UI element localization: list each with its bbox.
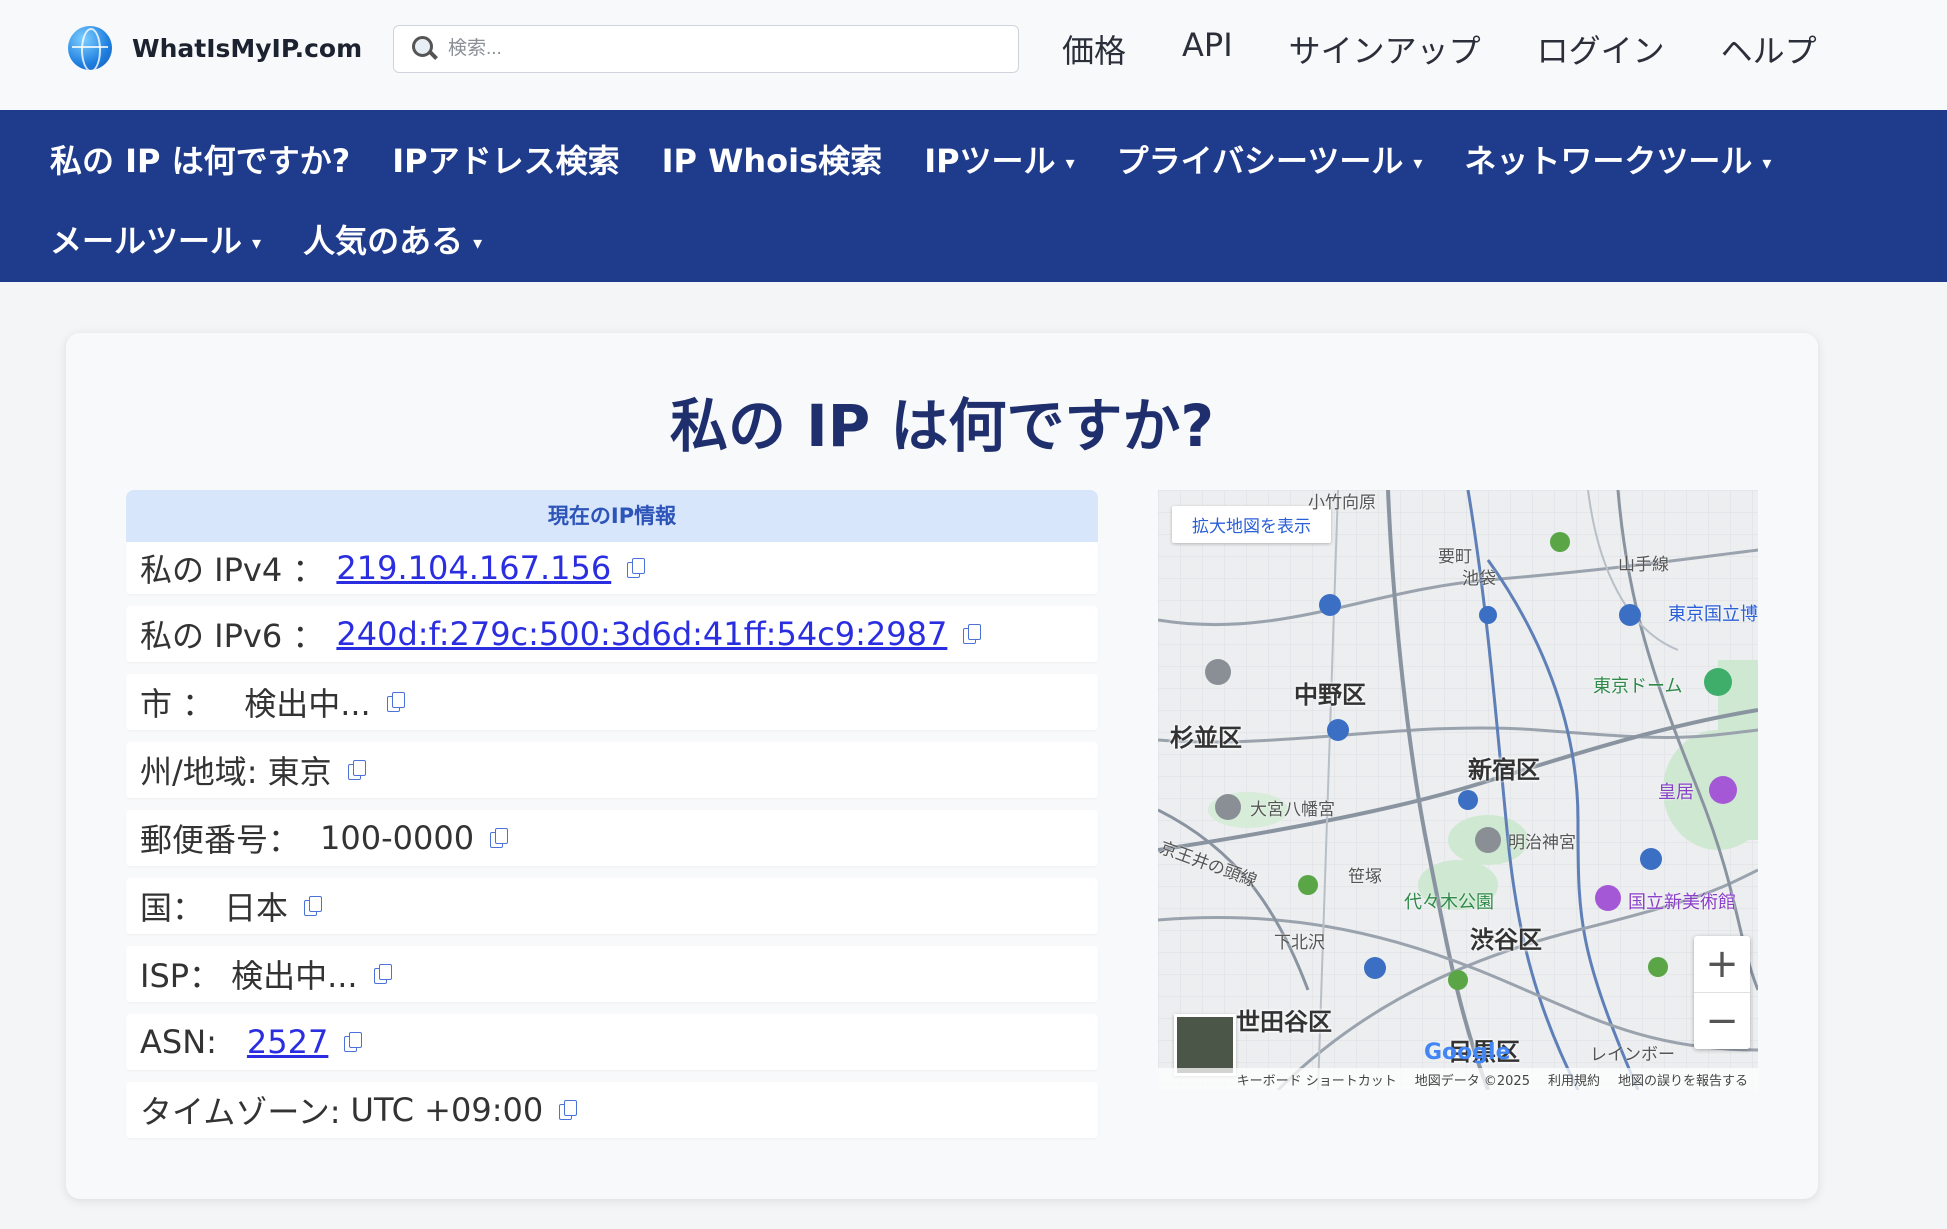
map-zoom-controls: + − [1694, 936, 1750, 1049]
ipv4-label: 私の IPv4 ： [140, 551, 325, 589]
globe-logo-icon [68, 26, 112, 70]
copy-icon[interactable] [304, 896, 323, 916]
main-nav-row-1: 私の IP は何ですか? IPアドレス検索 IP Whois検索 IPツール ▾ … [50, 136, 1813, 182]
main-nav-email-tools[interactable]: メールツール ▾ [50, 216, 261, 262]
country-value: 日本 [224, 889, 289, 927]
top-header: WhatIsMyIP.com 価格 API サインアップ ログイン ヘルプ [0, 0, 1947, 110]
nav-help[interactable]: ヘルプ [1721, 26, 1817, 72]
ipv4-link[interactable]: 219.104.167.156 [336, 549, 611, 587]
copy-icon[interactable] [373, 964, 392, 984]
chevron-down-icon: ▾ [1762, 152, 1772, 174]
timezone-label: タイムゾーン: [140, 1093, 341, 1131]
region-row: 州/地域: 東京 [126, 742, 1098, 798]
main-nav-network-tools[interactable]: ネットワークツール ▾ [1464, 136, 1771, 182]
timezone-row: タイムゾーン: UTC +09:00 [126, 1082, 1098, 1138]
chevron-down-icon: ▾ [1413, 152, 1423, 174]
keyboard-shortcuts-link[interactable]: キーボード ショートカット [1237, 1070, 1397, 1089]
copy-icon[interactable] [627, 558, 646, 578]
map-label-yamanote: 山手線 [1618, 555, 1669, 575]
country-row: 国： 日本 [126, 878, 1098, 934]
search-box[interactable] [393, 25, 1019, 73]
map-label-kotakemukaihara: 小竹向原 [1308, 493, 1376, 513]
city-value: 検出中... [244, 685, 371, 723]
copy-icon[interactable] [347, 760, 366, 780]
isp-value: 検出中... [231, 957, 358, 995]
map-label-shimokitazawa: 下北沢 [1274, 933, 1325, 953]
map-label-suginami: 杉並区 [1170, 724, 1242, 752]
asn-link[interactable]: 2527 [247, 1023, 328, 1061]
main-nav-ip-lookup[interactable]: IPアドレス検索 [392, 136, 619, 182]
map-label-meiji-jingu: 明治神宮 [1508, 833, 1576, 853]
region-value: 東京 [267, 753, 332, 791]
map-label-ikebukuro: 池袋 [1462, 569, 1496, 589]
google-logo: Google [1424, 1040, 1511, 1065]
location-map[interactable]: 拡大地図を表示 小竹向原 要町 池袋 山手線 東京国立博 東京ドーム 中野区 杉… [1158, 490, 1758, 1090]
ipv6-row: 私の IPv6 ： 240d:f:279c:500:3d6d:41ff:54c9… [126, 606, 1098, 662]
main-nav-ip-tools[interactable]: IPツール ▾ [924, 136, 1074, 182]
region-label: 州/地域: [140, 753, 258, 791]
copy-icon[interactable] [963, 624, 982, 644]
map-label-kokyo: 皇居 [1658, 782, 1694, 803]
main-nav-what-is-my-ip[interactable]: 私の IP は何ですか? [50, 136, 350, 182]
isp-label: ISP： [140, 957, 222, 995]
copy-icon[interactable] [344, 1032, 363, 1052]
asn-row: ASN: 2527 [126, 1014, 1098, 1070]
page-title: 私の IP は何ですか? [669, 392, 1215, 460]
map-label-yoyogi-park: 代々木公園 [1404, 892, 1494, 913]
ipv4-row: 私の IPv4 ： 219.104.167.156 [126, 542, 1098, 594]
nav-api[interactable]: API [1182, 26, 1233, 72]
map-label-setagaya: 世田谷区 [1236, 1008, 1332, 1036]
map-label-omiya-hachimangu: 大宮八幡宮 [1250, 800, 1335, 820]
ipv6-link[interactable]: 240d:f:279c:500:3d6d:41ff:54c9:2987 [336, 615, 947, 653]
search-input[interactable] [446, 37, 1010, 61]
main-nav-privacy-tools[interactable]: プライバシーツール ▾ [1117, 136, 1423, 182]
ipv6-label: 私の IPv6 ： [140, 617, 325, 655]
map-label-tokyo-dome: 東京ドーム [1593, 676, 1683, 697]
logo-text: WhatIsMyIP.com [132, 33, 363, 63]
map-label-shinjuku: 新宿区 [1468, 756, 1540, 784]
map-label-tokyo-national-museum: 東京国立博 [1668, 604, 1758, 625]
nav-login[interactable]: ログイン [1537, 26, 1665, 72]
copy-icon[interactable] [490, 828, 509, 848]
search-icon [410, 34, 440, 64]
chevron-down-icon: ▾ [473, 232, 483, 254]
postal-code-label: 郵便番号： [140, 821, 301, 859]
main-nav-row-2: メールツール ▾ 人気のある ▾ [50, 216, 524, 262]
zoom-out-button[interactable]: − [1694, 993, 1750, 1049]
postal-code-value: 100-0000 [320, 819, 475, 857]
top-nav: 価格 API サインアップ ログイン ヘルプ [1062, 26, 1873, 72]
satellite-toggle-button[interactable] [1174, 1014, 1236, 1076]
panel-title: 現在のIP情報 [126, 490, 1098, 542]
chevron-down-icon: ▾ [252, 232, 262, 254]
map-attribution: キーボード ショートカット 地図データ ©2025 利用規約 地図の誤りを報告す… [1158, 1068, 1758, 1090]
timezone-value: UTC +09:00 [350, 1091, 544, 1129]
map-label-national-art-center: 国立新美術館 [1628, 892, 1736, 913]
nav-signup[interactable]: サインアップ [1289, 26, 1481, 72]
map-label-sasazuka: 笹塚 [1348, 867, 1382, 887]
postal-code-row: 郵便番号： 100-0000 [126, 810, 1098, 866]
map-label-shibuya: 渋谷区 [1470, 926, 1542, 954]
city-row: 市 ： 検出中... [126, 674, 1098, 730]
map-label-nakano: 中野区 [1294, 681, 1366, 709]
asn-label: ASN: [140, 1023, 217, 1061]
country-label: 国： [140, 889, 205, 927]
nav-pricing[interactable]: 価格 [1062, 26, 1126, 72]
copy-icon[interactable] [386, 692, 405, 712]
map-label-rainbow: レインボー [1590, 1045, 1675, 1065]
copy-icon[interactable] [559, 1100, 578, 1120]
map-data-copyright: 地図データ ©2025 [1414, 1073, 1530, 1089]
zoom-in-button[interactable]: + [1694, 936, 1750, 992]
city-label: 市 ： [140, 685, 215, 723]
chevron-down-icon: ▾ [1065, 152, 1075, 174]
main-nav-popular[interactable]: 人気のある ▾ [303, 216, 482, 262]
main-nav-bar: 私の IP は何ですか? IPアドレス検索 IP Whois検索 IPツール ▾ … [0, 110, 1947, 282]
isp-row: ISP： 検出中... [126, 946, 1098, 1002]
ip-info-panel: 現在のIP情報 私の IPv4 ： 219.104.167.156 私の IPv… [126, 490, 1098, 1150]
main-nav-ip-whois[interactable]: IP Whois検索 [662, 136, 883, 182]
site-logo[interactable]: WhatIsMyIP.com [68, 26, 362, 70]
terms-link[interactable]: 利用規約 [1548, 1070, 1600, 1089]
report-map-error-link[interactable]: 地図の誤りを報告する [1618, 1070, 1748, 1089]
